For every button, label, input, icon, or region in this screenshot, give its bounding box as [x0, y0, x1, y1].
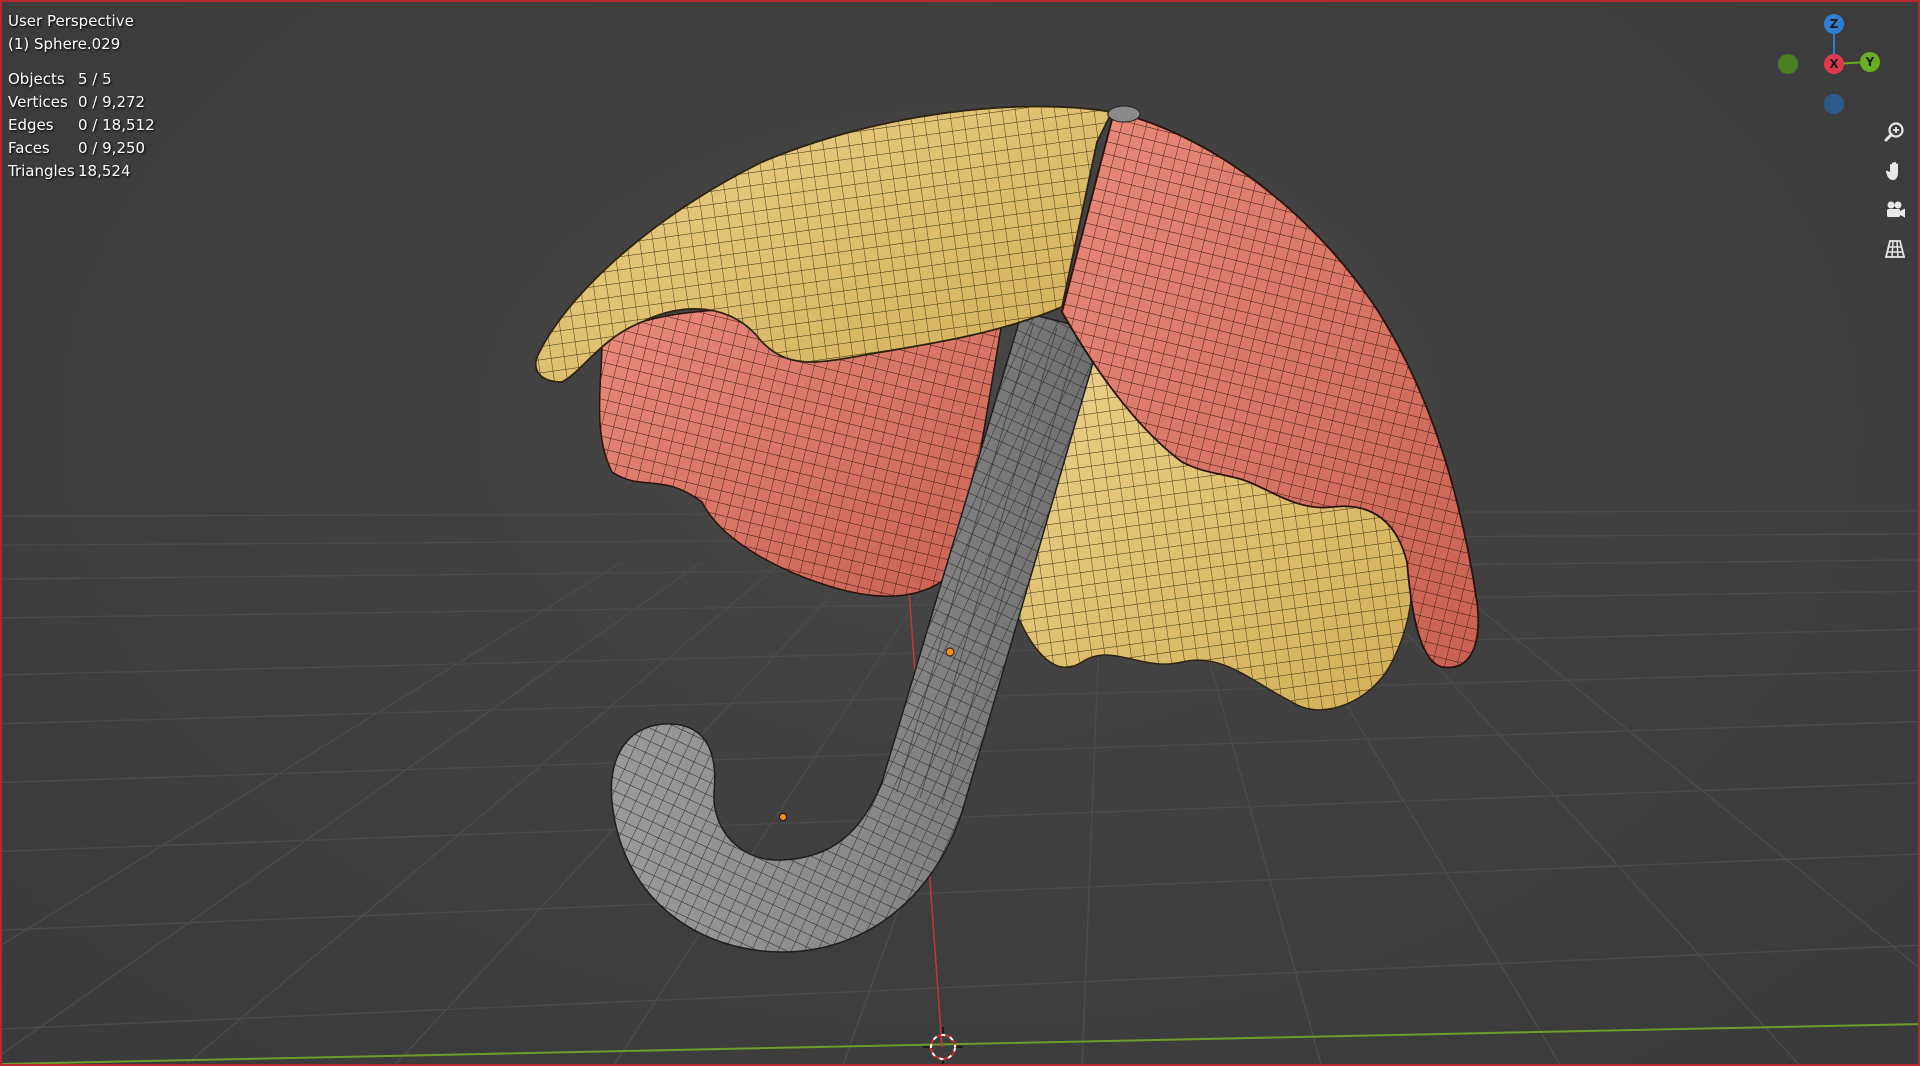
stat-row-faces: Faces 0 / 9,250 [8, 137, 155, 160]
gizmo-axes-lines [1833, 24, 1869, 65]
ortho-toggle-button[interactable] [1878, 232, 1912, 266]
object-origin [779, 813, 787, 821]
zoom-button[interactable] [1878, 115, 1912, 149]
stat-value: 0 / 18,512 [78, 116, 155, 134]
stat-row-triangles: Triangles 18,524 [8, 160, 155, 183]
viewport-info-overlay: User Perspective (1) Sphere.029 Objects … [8, 10, 155, 183]
stat-row-vertices: Vertices 0 / 9,272 [8, 91, 155, 114]
grid-ortho-icon [1884, 240, 1906, 258]
camera-view-button[interactable] [1878, 193, 1912, 227]
zoom-icon [1884, 122, 1904, 142]
3d-viewport[interactable]: User Perspective (1) Sphere.029 Objects … [0, 0, 1920, 1066]
hand-pan-icon [1885, 161, 1898, 180]
stat-value: 5 / 5 [78, 70, 112, 88]
x-axis-line [2, 1023, 1918, 1064]
stat-value: 0 / 9,250 [78, 139, 146, 157]
navigation-gizmo[interactable]: Z X Y [1778, 2, 1918, 122]
stat-label: Triangles [8, 162, 75, 180]
object-origin [945, 647, 955, 657]
gizmo-z-axis[interactable]: Z [1824, 14, 1844, 34]
canopy-tip [1107, 105, 1141, 123]
stat-value: 18,524 [78, 162, 131, 180]
gizmo-neg-y-axis[interactable] [1778, 54, 1798, 74]
stat-row-objects: Objects 5 / 5 [8, 68, 155, 91]
3d-cursor-icon [923, 1027, 963, 1064]
pan-button[interactable] [1878, 154, 1912, 188]
view-name: User Perspective [8, 12, 134, 30]
stat-value: 0 / 9,272 [78, 93, 146, 111]
stat-label: Faces [8, 139, 50, 157]
stat-row-edges: Edges 0 / 18,512 [8, 114, 155, 137]
stat-label: Vertices [8, 93, 68, 111]
gizmo-y-axis[interactable]: Y [1860, 52, 1880, 72]
scene-statistics: Objects 5 / 5 Vertices 0 / 9,272 Edges 0… [8, 68, 155, 183]
viewport-scene [2, 105, 1918, 1064]
camera-icon [1887, 201, 1905, 218]
stat-label: Objects [8, 70, 65, 88]
gizmo-x-axis[interactable]: X [1824, 54, 1844, 74]
stat-label: Edges [8, 116, 54, 134]
gizmo-neg-z-axis[interactable] [1824, 94, 1844, 114]
active-object-name: (1) Sphere.029 [8, 35, 121, 53]
